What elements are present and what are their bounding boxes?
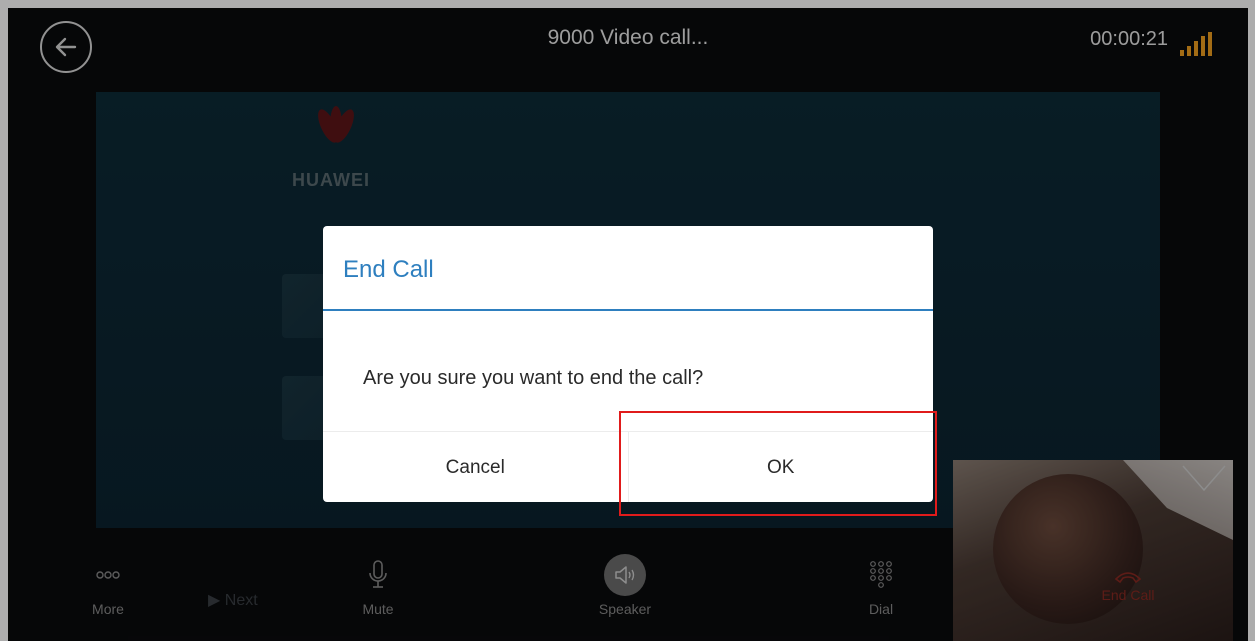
- dialog-title: End Call: [343, 256, 434, 283]
- dialog-title-divider: [323, 309, 933, 311]
- dialog-message: Are you sure you want to end the call?: [363, 367, 704, 389]
- cancel-button[interactable]: Cancel: [323, 432, 628, 502]
- ok-button-highlight-box: [619, 411, 937, 516]
